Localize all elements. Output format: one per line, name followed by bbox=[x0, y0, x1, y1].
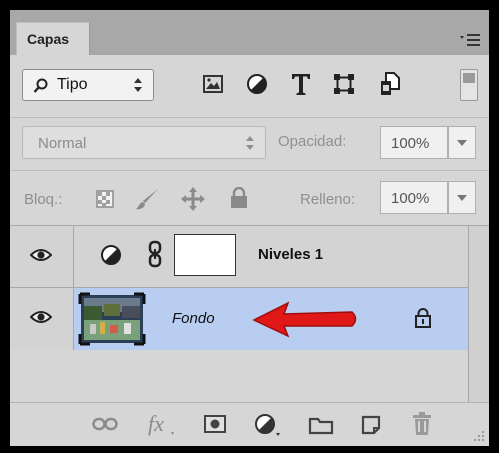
red-arrow-annotation bbox=[252, 301, 357, 338]
new-group-folder-icon[interactable] bbox=[308, 415, 334, 435]
tab-label: Capas bbox=[27, 31, 70, 47]
opacity-label: Opacidad: bbox=[278, 133, 347, 150]
lock-row: Bloq.: Relleno: 100% bbox=[10, 171, 489, 225]
blend-row: Normal Opacidad: 100% bbox=[10, 118, 489, 170]
link-icon[interactable] bbox=[148, 240, 162, 268]
layer-mask-thumbnail[interactable] bbox=[174, 234, 236, 276]
fx-layer-style-icon[interactable]: fx bbox=[146, 411, 176, 437]
filter-kind-label: Tipo bbox=[57, 76, 88, 93]
svg-text:fx: fx bbox=[148, 411, 164, 436]
panel-tab-bar: Capas bbox=[10, 10, 489, 55]
layer-name: Fondo bbox=[172, 310, 215, 327]
layers-panel: Capas Tipo Normal Opacidad: 100% Bloq.: … bbox=[10, 10, 489, 446]
smart-object-filter-icon[interactable] bbox=[379, 71, 401, 97]
panel-menu-icon[interactable] bbox=[459, 33, 481, 47]
bottom-toolbar: fx bbox=[10, 402, 489, 446]
chevron-down-icon bbox=[457, 195, 467, 201]
blend-mode-value: Normal bbox=[38, 135, 87, 152]
visibility-toggle[interactable] bbox=[10, 288, 74, 350]
lock-transparent-pixels-icon[interactable] bbox=[96, 190, 114, 208]
lock-image-pixels-icon[interactable] bbox=[134, 187, 160, 211]
fill-input[interactable]: 100% bbox=[380, 181, 448, 214]
visibility-toggle[interactable] bbox=[10, 226, 74, 287]
updown-arrows-icon bbox=[134, 78, 142, 92]
trash-icon[interactable] bbox=[412, 412, 432, 436]
shape-layer-filter-icon[interactable] bbox=[333, 73, 355, 95]
resize-grip-icon[interactable] bbox=[472, 429, 486, 443]
lock-icon bbox=[415, 308, 431, 328]
opacity-input[interactable]: 100% bbox=[380, 126, 448, 159]
tab-capas[interactable]: Capas bbox=[16, 22, 90, 55]
fill-value: 100% bbox=[391, 190, 430, 207]
link-layers-icon[interactable] bbox=[92, 417, 118, 431]
new-adjustment-layer-icon[interactable] bbox=[254, 413, 282, 437]
type-layer-filter-icon[interactable] bbox=[290, 72, 312, 96]
filter-toggle-switch[interactable] bbox=[460, 69, 478, 101]
fill-dropdown-button[interactable] bbox=[448, 181, 476, 214]
lock-all-icon[interactable] bbox=[230, 187, 248, 209]
updown-arrows-icon bbox=[246, 136, 254, 150]
layer-name: Niveles 1 bbox=[258, 246, 324, 263]
chevron-down-icon bbox=[457, 140, 467, 146]
filter-row: Tipo bbox=[10, 55, 489, 117]
new-layer-icon[interactable] bbox=[360, 414, 382, 436]
eye-icon bbox=[30, 249, 52, 261]
filter-kind-select[interactable]: Tipo bbox=[22, 69, 154, 101]
opacity-dropdown-button[interactable] bbox=[448, 126, 476, 159]
eye-icon bbox=[30, 311, 52, 323]
pixel-layer-filter-icon[interactable] bbox=[203, 75, 223, 93]
blend-mode-select[interactable]: Normal bbox=[22, 126, 266, 159]
add-mask-icon[interactable] bbox=[204, 415, 226, 433]
layer-row-niveles-1[interactable]: Niveles 1 bbox=[10, 226, 489, 288]
layer-list: Niveles 1 Fondo bbox=[10, 226, 489, 402]
layer-row-fondo[interactable]: Fondo bbox=[10, 288, 489, 350]
layer-list-scrollbar[interactable] bbox=[468, 226, 489, 402]
fill-label: Relleno: bbox=[300, 191, 356, 208]
lock-label: Bloq.: bbox=[24, 191, 63, 208]
lock-position-icon[interactable] bbox=[180, 186, 206, 212]
adjustment-layer-filter-icon[interactable] bbox=[246, 73, 268, 95]
opacity-value: 100% bbox=[391, 135, 430, 152]
layer-thumbnail[interactable] bbox=[78, 292, 146, 346]
adjustment-layer-icon bbox=[101, 245, 121, 265]
search-icon bbox=[33, 78, 48, 93]
